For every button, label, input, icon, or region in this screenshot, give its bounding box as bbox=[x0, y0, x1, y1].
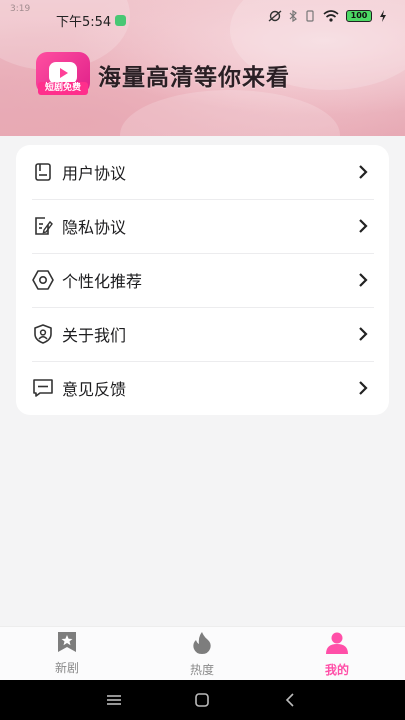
menu-item-label: 用户协议 bbox=[62, 164, 127, 183]
chevron-right-icon bbox=[359, 327, 368, 341]
menu-item-feedback[interactable]: 意见反馈 bbox=[16, 361, 389, 415]
chevron-right-icon bbox=[359, 273, 368, 287]
menu-item-label: 个性化推荐 bbox=[62, 272, 143, 291]
system-navigation-bar bbox=[0, 680, 405, 720]
mute-alarm-icon bbox=[268, 10, 282, 22]
user-icon bbox=[326, 632, 348, 654]
notification-icon bbox=[115, 15, 127, 26]
status-time: 下午5:54 bbox=[56, 15, 112, 30]
document-icon bbox=[32, 161, 54, 183]
tab-mine[interactable]: 我的 bbox=[297, 631, 377, 678]
menu-item-user-agreement[interactable]: 用户协议 bbox=[16, 145, 389, 199]
menu-item-privacy-policy[interactable]: 隐私协议 bbox=[16, 199, 389, 253]
status-corner-text: 3:19 bbox=[10, 4, 31, 14]
profile-header: 3:19 下午5:54 100 短剧免费 海量高清等你来看 bbox=[0, 0, 405, 136]
menu-item-personalized-recommendation[interactable]: 个性化推荐 bbox=[16, 253, 389, 307]
status-bar: 3:19 下午5:54 100 bbox=[0, 0, 405, 38]
menu-item-label: 意见反馈 bbox=[62, 380, 127, 399]
logo-badge: 短剧免费 bbox=[38, 82, 88, 95]
bluetooth-icon bbox=[289, 10, 297, 22]
tab-popular[interactable]: 热度 bbox=[162, 631, 242, 678]
header-slogan: 海量高清等你来看 bbox=[98, 65, 290, 91]
menu-item-label: 关于我们 bbox=[62, 326, 127, 345]
tab-label: 热度 bbox=[189, 663, 214, 677]
gear-icon bbox=[32, 269, 54, 291]
chevron-right-icon bbox=[359, 219, 368, 233]
play-icon bbox=[49, 62, 77, 84]
flame-icon bbox=[193, 632, 211, 654]
star-bookmark-icon bbox=[58, 632, 76, 652]
menu-icon[interactable] bbox=[105, 693, 123, 707]
tab-label: 新剧 bbox=[54, 661, 79, 675]
chevron-right-icon bbox=[359, 165, 368, 179]
back-icon[interactable] bbox=[284, 692, 296, 708]
wifi-icon bbox=[323, 10, 339, 22]
menu-item-about-us[interactable]: 关于我们 bbox=[16, 307, 389, 361]
shield-user-icon bbox=[32, 323, 54, 345]
home-icon[interactable] bbox=[194, 692, 210, 708]
chevron-right-icon bbox=[359, 381, 368, 395]
menu-item-label: 隐私协议 bbox=[62, 218, 127, 237]
battery-indicator: 100 bbox=[346, 10, 372, 22]
header-decoration bbox=[120, 90, 340, 136]
vibrate-icon bbox=[306, 10, 314, 22]
charging-icon bbox=[380, 10, 386, 22]
bottom-tab-bar: 新剧 热度 我的 bbox=[0, 626, 405, 680]
tab-label: 我的 bbox=[324, 663, 349, 677]
edit-document-icon bbox=[32, 215, 54, 237]
tab-new-dramas[interactable]: 新剧 bbox=[27, 631, 107, 676]
message-icon bbox=[32, 377, 54, 399]
settings-card: 用户协议 隐私协议 个性化推荐 关于我们 意见反馈 bbox=[16, 145, 389, 415]
